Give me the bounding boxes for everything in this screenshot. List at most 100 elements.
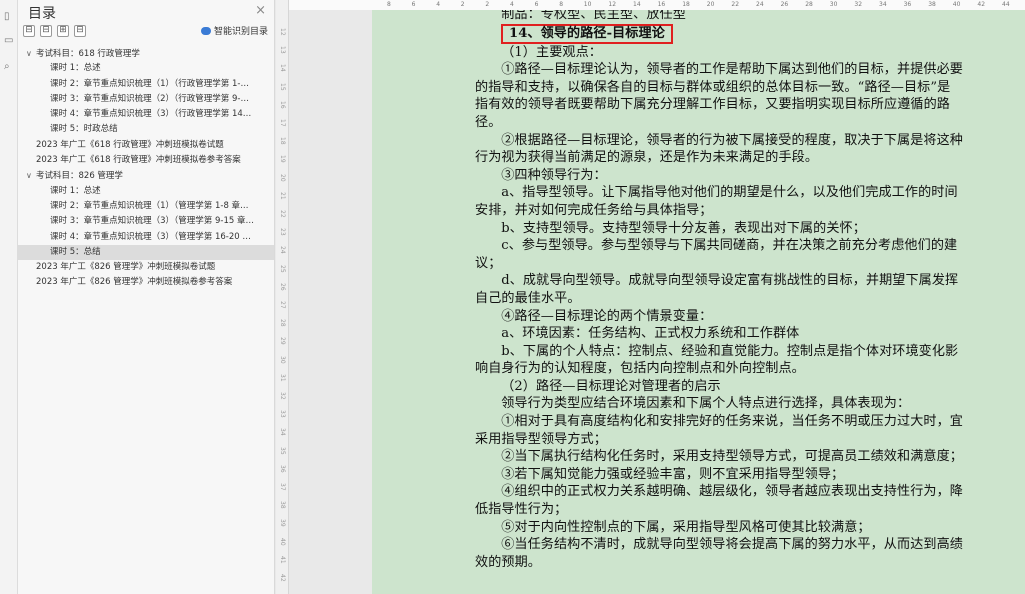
ruler-mark: 40	[952, 1, 961, 8]
toc-item[interactable]: 课时 3：章节重点知识梳理（2）（行政管理学第 9-…	[18, 92, 274, 107]
ruler-mark: 39	[279, 519, 286, 528]
toc-item[interactable]: 2023 年广工《826 管理学》冲刺班模拟卷参考答案	[18, 275, 274, 290]
ruler-mark: 42	[279, 574, 286, 582]
toc-item-label: 2023 年广工《618 行政管理》冲刺班模拟卷试题	[36, 139, 224, 150]
ruler-mark: 29	[279, 337, 286, 346]
ruler-mark: 30	[829, 1, 838, 8]
ruler-mark: 2	[460, 1, 465, 8]
collapse-button[interactable]: ⊟	[40, 25, 52, 37]
ruler-mark: 41	[279, 555, 286, 564]
paragraph: c、参与型领导。参与型领导与下属共同磋商，并在决策之前充分考虑他们的建议；	[475, 238, 958, 271]
toc-item-label: 考试科目：826 管理学	[36, 171, 123, 182]
ruler-mark: 15	[279, 82, 286, 91]
toc-item[interactable]: 课时 3：章节重点知识梳理（3）（管理学第 9-15 章…	[18, 214, 274, 229]
toc-item[interactable]: 课时 1：总述	[18, 61, 274, 76]
ruler-mark: 2	[485, 1, 490, 8]
bookmark-icon[interactable]: ▯	[4, 12, 12, 22]
ruler-mark: 6	[411, 1, 416, 8]
toc-item[interactable]: 课时 4：章节重点知识梳理（3）（行政管理学第 14…	[18, 107, 274, 122]
ruler-mark: 32	[279, 392, 286, 400]
ruler-mark: 8	[387, 1, 391, 8]
ruler-mark: 4	[510, 1, 514, 8]
ruler-mark: 22	[731, 1, 740, 8]
paragraph: b、下属的个人特点：控制点、经验和直觉能力。控制点是指个体对环境变化影响自身行为…	[475, 343, 959, 377]
left-tool-strip: ▯ ▭ ⌕	[0, 0, 18, 594]
paragraph: ③若下属知觉能力强或经验丰富，则不宜采用指导型领导；	[501, 466, 845, 482]
ruler-mark: 10	[583, 1, 592, 8]
ruler-mark: 21	[279, 191, 286, 200]
toc-item[interactable]: ∨ 考试科目：618 行政管理学	[18, 46, 274, 61]
paragraph: ①路径—目标理论认为，领导者的工作是帮助下属达到他们的目标，并提供必要的指导和支…	[475, 62, 963, 130]
close-icon[interactable]: ×	[255, 3, 266, 18]
smart-toc-button[interactable]: 智能识别目录	[200, 24, 268, 37]
paragraph: a、指导型领导。让下属指导他对他们的期望是什么，以及他们完成工作的时间安排，并对…	[475, 185, 958, 218]
paragraph: ④路径—目标理论的两个情景变量：	[501, 308, 713, 324]
ruler-mark: 40	[279, 537, 286, 546]
paragraph: （2）路径—目标理论对管理者的启示	[501, 378, 721, 394]
paragraph-list: （1）主要观点： ①路径—目标理论认为，领导者的工作是帮助下属达到他们的目标，并提…	[475, 44, 963, 572]
ruler-mark: 26	[279, 282, 286, 291]
toc-item[interactable]: 2023 年广工《618 行政管理》冲刺班模拟卷参考答案	[18, 153, 274, 168]
toc-item-label: 2023 年广工《826 管理学》冲刺班模拟卷参考答案	[36, 277, 233, 288]
ruler-mark: 30	[279, 355, 286, 364]
ruler-mark: 24	[279, 246, 286, 255]
toc-item-label: 课时 5：时政总结	[50, 124, 118, 135]
ruler-mark: 42	[977, 1, 986, 8]
collapse-all-button[interactable]: ⊟	[23, 25, 35, 37]
ruler-mark: 13	[279, 46, 286, 54]
remove-button[interactable]: ⊟	[74, 25, 86, 37]
ruler-mark: 31	[279, 373, 286, 382]
ruler-mark: 32	[854, 1, 863, 8]
toc-item[interactable]: 课时 2：章节重点知识梳理（1）（管理学第 1-8 章…	[18, 199, 274, 214]
paragraph: ①相对于具有高度结构化和安排完好的任务来说，当任务不明或压力过大时，宜采用指导型…	[475, 414, 963, 447]
toc-item[interactable]: 2023 年广工《826 管理学》冲刺班模拟卷试题	[18, 260, 274, 275]
toc-item[interactable]: 2023 年广工《618 行政管理》冲刺班模拟卷试题	[18, 138, 274, 153]
ruler-mark: 17	[279, 119, 286, 127]
toc-item[interactable]: 课时 5：总结	[18, 244, 274, 261]
toc-item-label: 课时 2：章节重点知识梳理（1）（管理学第 1-8 章…	[50, 200, 249, 211]
toc-item-label: 课时 4：章节重点知识梳理（3）（管理学第 16-20 …	[50, 231, 251, 242]
ruler-mark: 26	[780, 1, 789, 8]
document-content: 制品：专权型、民主型、放任型 14、领导的路径-目标理论 （1）主要观点： ①路径…	[475, 10, 963, 572]
search-icon[interactable]: ⌕	[4, 62, 12, 72]
paragraph: 领导行为类型应结合环境因素和下属个人特点进行选择，具体表现为：	[501, 396, 911, 412]
toc-item[interactable]: 课时 4：章节重点知识梳理（3）（管理学第 16-20 …	[18, 230, 274, 245]
ai-icon	[200, 26, 211, 35]
page-margin-area	[289, 10, 372, 594]
toc-item-label: 课时 4：章节重点知识梳理（3）（行政管理学第 14…	[50, 109, 252, 120]
paragraph: ⑤对于内向性控制点的下属，采用指导型风格可使其比较满意；	[501, 519, 871, 535]
ruler-mark: 4	[436, 1, 441, 8]
ruler-mark: 38	[928, 1, 936, 8]
toc-item[interactable]: 课时 5：时政总结	[18, 122, 274, 137]
ruler-mark: 16	[657, 1, 666, 8]
toc-item[interactable]: 课时 2：章节重点知识梳理（1）（行政管理学第 1-…	[18, 77, 274, 92]
ruler-mark: 12	[279, 28, 286, 36]
toc-title: 目录	[28, 6, 56, 22]
page-icon[interactable]: ▭	[4, 36, 13, 46]
paragraph: ②根据路径—目标理论，领导者的行为被下属接受的程度，取决于下属是将这种行为视为获…	[475, 132, 963, 166]
document-page: 制品：专权型、民主型、放任型 14、领导的路径-目标理论 （1）主要观点： ①路径…	[372, 10, 1025, 594]
ruler-mark: 20	[279, 173, 286, 182]
ruler-mark: 23	[279, 228, 286, 236]
section-heading: 14、领导的路径-目标理论	[501, 23, 673, 44]
expand-button[interactable]: ⊞	[57, 25, 69, 37]
toc-item-label: 2023 年广工《618 行政管理》冲刺班模拟卷参考答案	[36, 155, 241, 166]
ruler-mark: 36	[903, 1, 912, 8]
toc-item-label: 课时 1：总述	[50, 63, 101, 74]
chevron-down-icon[interactable]: ∨	[26, 168, 36, 183]
toc-item-label: 2023 年广工《826 管理学》冲刺班模拟卷试题	[36, 262, 216, 273]
ruler-mark: 34	[279, 428, 286, 437]
ruler-mark: 22	[279, 210, 286, 218]
paragraph: ④组织中的正式权力关系越明确、越层级化，领导者越应表现出支持性行为，降低指导性行…	[475, 484, 963, 518]
ruler-mark: 44	[1002, 1, 1010, 8]
toc-list: ∨ 考试科目：618 行政管理学 课时 1：总述 课时 2：章节重点知识梳理（1）（行…	[18, 46, 274, 291]
paragraph: d、成就导向型领导。成就导向型领导设定富有挑战性的目标，并期望下属发挥自己的最佳…	[475, 273, 959, 306]
paragraph: a、环境因素：任务结构、正式权力系统和工作群体	[501, 326, 800, 342]
toc-item[interactable]: 课时 1：总述	[18, 184, 274, 199]
ruler-mark: 36	[279, 464, 286, 473]
toc-item[interactable]: ∨ 考试科目：826 管理学	[18, 168, 274, 183]
ruler-mark: 37	[279, 483, 286, 491]
chevron-down-icon[interactable]: ∨	[26, 46, 36, 61]
ruler-mark: 16	[279, 100, 286, 109]
paragraph: ③四种领导行为：	[501, 167, 607, 183]
